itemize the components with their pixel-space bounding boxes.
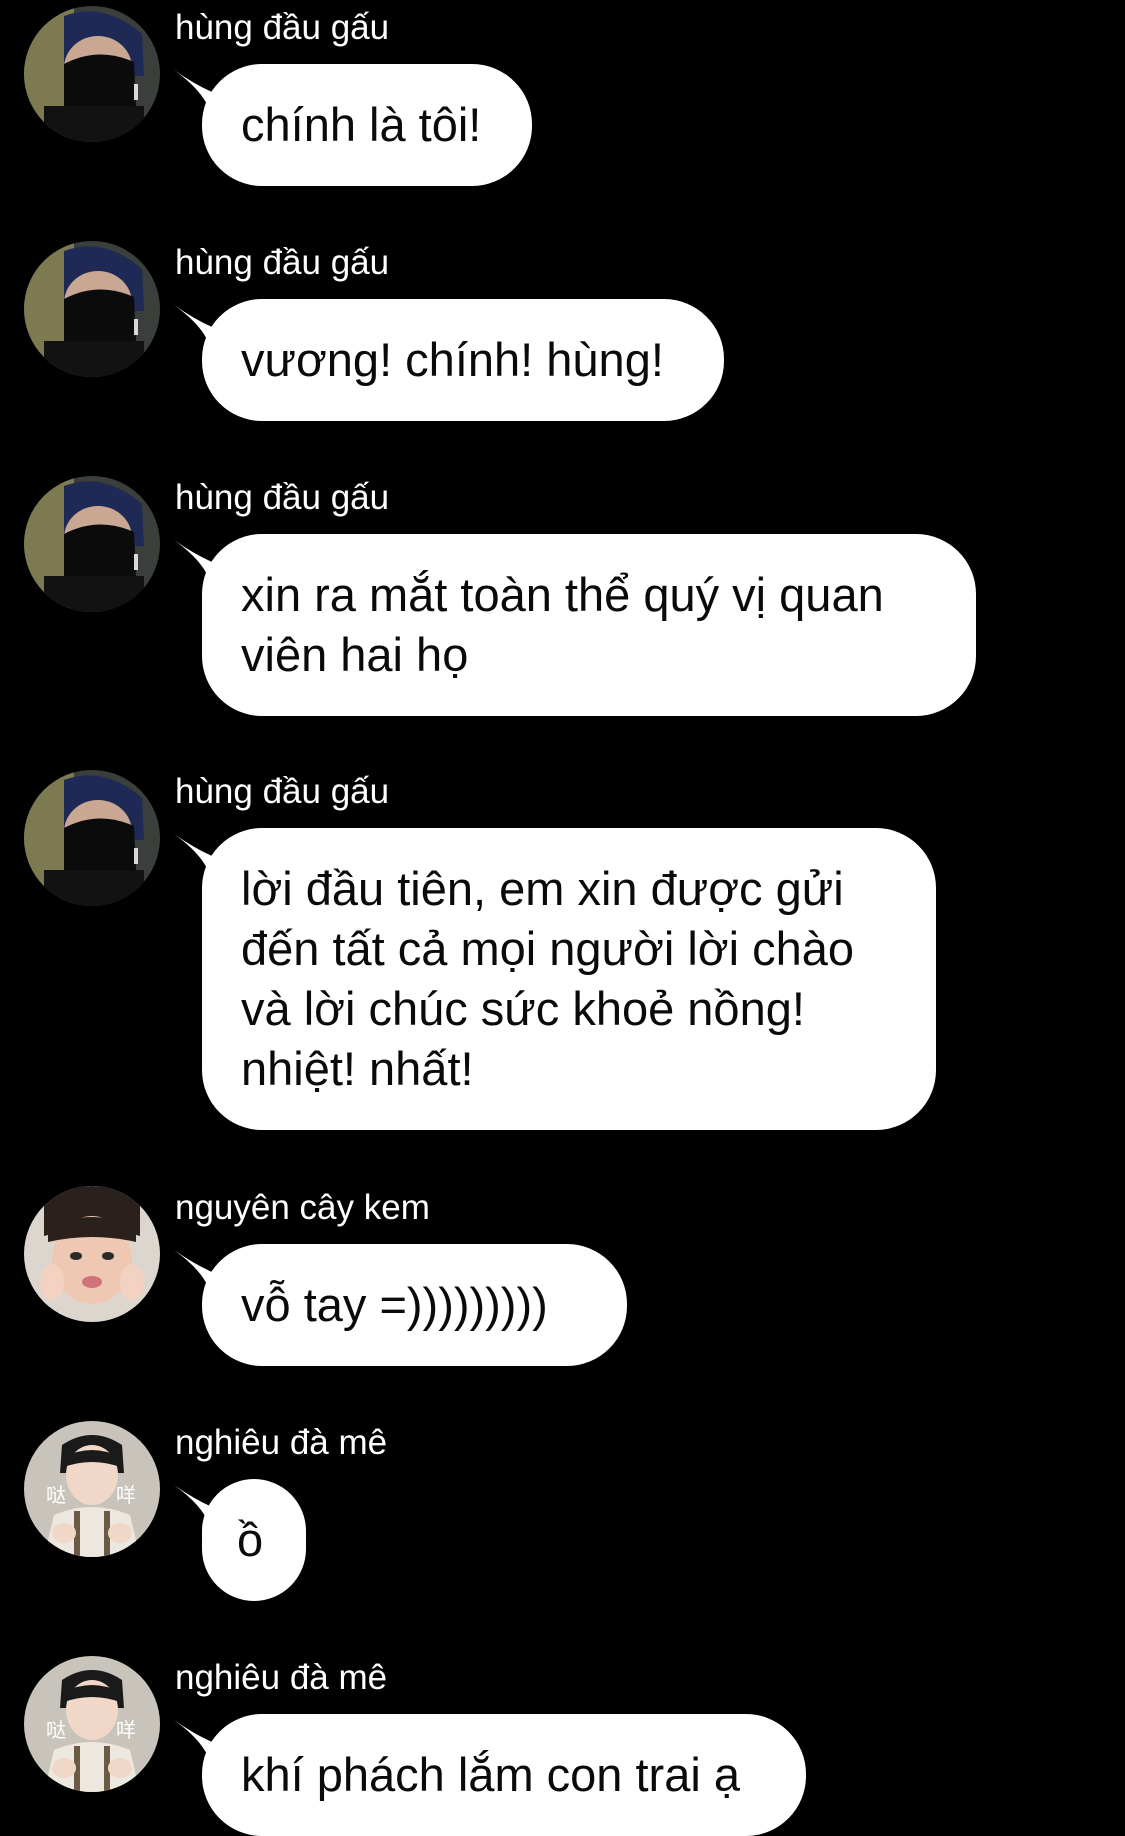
avatar-caption: 咩 <box>116 1483 136 1507</box>
boy-waving-avatar-icon[interactable]: 哒 咩 <box>24 1656 160 1792</box>
masked-man-avatar-icon[interactable] <box>24 6 160 142</box>
masked-man-avatar-icon[interactable] <box>24 770 160 906</box>
message-bubble[interactable]: xin ra mắt toàn thể quý vị quan viên hai… <box>202 534 976 716</box>
sender-name: nghiêu đà mê <box>175 1423 388 1462</box>
message-bubble[interactable]: lời đầu tiên, em xin được gửi đến tất cả… <box>202 828 936 1130</box>
message-bubble[interactable]: khí phách lắm con trai ạ <box>202 1714 806 1836</box>
avatar-caption: 哒 <box>46 1718 66 1742</box>
sender-name: hùng đầu gấu <box>175 478 390 517</box>
squished-face-avatar-icon[interactable] <box>24 1186 160 1322</box>
sender-name: hùng đầu gấu <box>175 243 390 282</box>
message-bubble[interactable]: ồ <box>202 1479 306 1601</box>
avatar-caption: 哒 <box>46 1483 66 1507</box>
masked-man-avatar-icon[interactable] <box>24 476 160 612</box>
sender-name: hùng đầu gấu <box>175 8 390 47</box>
sender-name: hùng đầu gấu <box>175 772 390 811</box>
boy-waving-avatar-icon[interactable]: 哒 咩 <box>24 1421 160 1557</box>
masked-man-avatar-icon[interactable] <box>24 241 160 377</box>
message-bubble[interactable]: chính là tôi! <box>202 64 532 186</box>
avatar-caption: 咩 <box>116 1718 136 1742</box>
chat-thread: hùng đầu gấu chính là tôi! hùng đầu gấu … <box>0 0 1125 1836</box>
message-bubble[interactable]: vỗ tay =))))))))) <box>202 1244 627 1366</box>
message-bubble[interactable]: vương! chính! hùng! <box>202 299 724 421</box>
sender-name: nghiêu đà mê <box>175 1658 388 1697</box>
sender-name: nguyên cây kem <box>175 1188 430 1227</box>
